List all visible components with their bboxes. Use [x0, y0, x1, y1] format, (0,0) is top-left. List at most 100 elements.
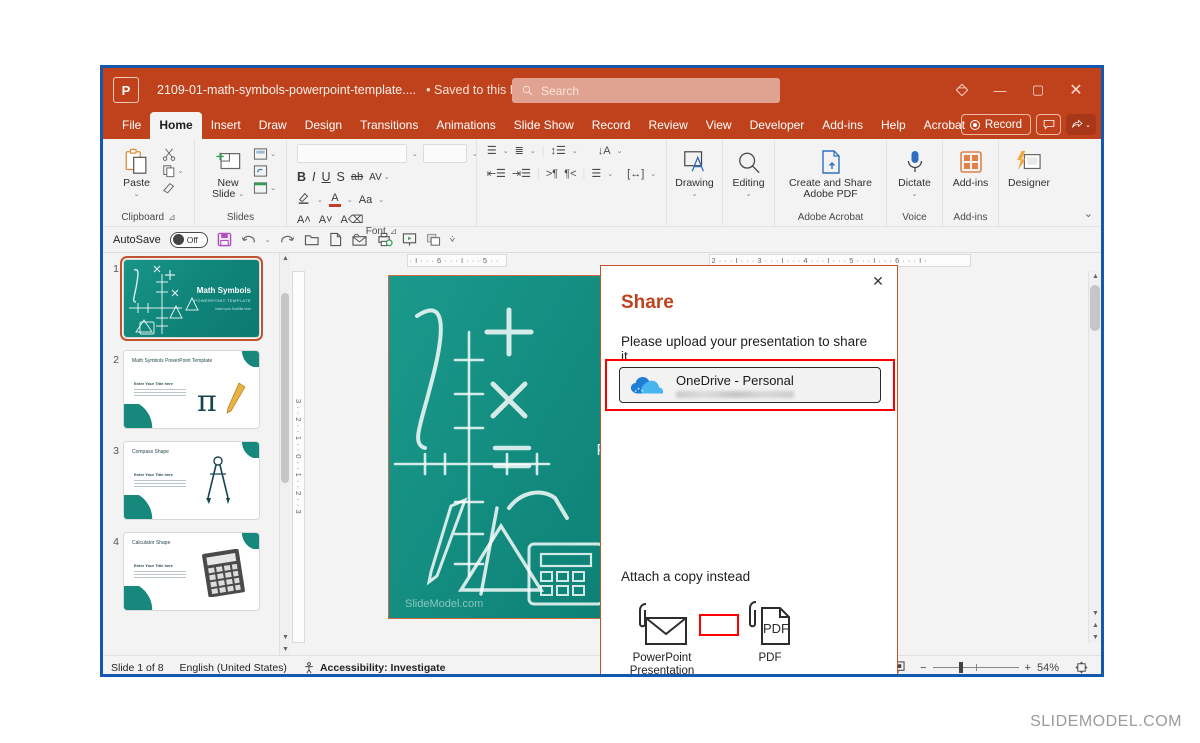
decrease-indent-button[interactable]: ⇤☰: [487, 167, 506, 180]
text-highlight-button[interactable]: [297, 191, 311, 208]
zoom-in-button[interactable]: +: [1025, 662, 1031, 674]
chevron-down-icon[interactable]: ⌄: [692, 189, 698, 200]
thumbnail-slide-2[interactable]: Math Symbols PowerPoint Template Enter Y…: [123, 350, 260, 429]
scroll-down-icon[interactable]: ▼: [1089, 610, 1101, 617]
chevron-down-icon[interactable]: ⌄: [617, 147, 623, 155]
thumbnail-item[interactable]: 3 Compass Shape Enter Your Title here: [103, 441, 290, 520]
tab-add-ins[interactable]: Add-ins: [813, 112, 872, 139]
reset-button[interactable]: [253, 164, 276, 178]
diamond-icon[interactable]: [943, 68, 981, 112]
thumbnail-slide-4[interactable]: Calculator Shape Enter Your Title here: [123, 532, 260, 611]
scroll-up-icon[interactable]: ▲: [280, 255, 290, 262]
scroll-next-slide-icon[interactable]: ▼: [280, 646, 290, 653]
tab-review[interactable]: Review: [639, 112, 696, 139]
layout-button[interactable]: ⌄: [253, 147, 276, 161]
convert-smartart-button[interactable]: [↔]: [627, 168, 644, 180]
attach-powerpoint-option[interactable]: PowerPoint Presentation: [623, 596, 701, 674]
record-button[interactable]: Record: [960, 114, 1031, 135]
chevron-down-icon[interactable]: ⌄: [270, 150, 276, 158]
save-icon[interactable]: [217, 232, 232, 247]
new-slide-button[interactable]: New Slide ⌄: [205, 144, 251, 200]
canvas-scrollbar[interactable]: ▲ ▼ ▲ ▼: [1088, 271, 1101, 643]
tab-draw[interactable]: Draw: [250, 112, 296, 139]
italic-button[interactable]: I: [312, 170, 315, 184]
clipboard-dialog-launcher-icon[interactable]: ⊿: [168, 212, 176, 223]
thumbnail-slide-1[interactable]: Math Symbols POWERPOINT TEMPLATE Insert …: [120, 256, 263, 341]
tab-file[interactable]: File: [113, 112, 150, 139]
clear-formatting-button[interactable]: A⌫: [341, 213, 364, 226]
next-slide-icon[interactable]: ▼: [1089, 634, 1101, 641]
autosave-toggle[interactable]: Off: [169, 231, 208, 248]
align-text-button[interactable]: ☰: [591, 167, 601, 180]
tab-developer[interactable]: Developer: [741, 112, 814, 139]
chevron-down-icon[interactable]: ⌄: [270, 184, 276, 192]
copy-button[interactable]: ⌄: [162, 164, 184, 178]
increase-indent-button[interactable]: ⇥☰: [512, 167, 531, 180]
editing-button[interactable]: Editing ⌄: [726, 144, 772, 200]
fit-to-window-button[interactable]: [1069, 659, 1093, 675]
language-indicator[interactable]: English (United States): [180, 662, 287, 674]
chevron-down-icon[interactable]: ⌄: [572, 147, 578, 155]
thumbnail-item[interactable]: 1 Math Symbols POWERPOINT TEMPLATE Inser…: [103, 256, 290, 341]
previous-slide-icon[interactable]: ▲: [1089, 622, 1101, 629]
font-dialog-launcher-icon[interactable]: ⊿: [390, 226, 398, 237]
text-shadow-button[interactable]: S: [337, 170, 345, 184]
tab-transitions[interactable]: Transitions: [351, 112, 427, 139]
onedrive-personal-option[interactable]: OneDrive - Personal: [619, 367, 881, 403]
tab-help[interactable]: Help: [872, 112, 915, 139]
chevron-down-icon[interactable]: ⌄: [178, 167, 184, 175]
paste-button[interactable]: Paste ⌄: [114, 144, 160, 200]
close-button[interactable]: ✕: [1057, 68, 1095, 112]
tab-home[interactable]: Home: [150, 112, 202, 139]
tab-view[interactable]: View: [697, 112, 741, 139]
font-size-input[interactable]: [422, 144, 467, 163]
increase-font-size-button[interactable]: A˄: [297, 214, 311, 226]
thumbnails-scrollbar-thumb[interactable]: [281, 293, 289, 483]
rtl-text-button[interactable]: ¶<: [564, 168, 576, 180]
thumbnail-item[interactable]: 2 Math Symbols PowerPoint Template Enter…: [103, 350, 290, 429]
chevron-down-icon[interactable]: ⌄: [238, 189, 244, 200]
create-and-share-adobe-pdf-button[interactable]: Create and Share Adobe PDF: [779, 144, 883, 200]
attach-pdf-option[interactable]: PDF PDF: [731, 596, 809, 674]
dictate-button[interactable]: Dictate ⌄: [892, 144, 938, 200]
add-ins-button[interactable]: Add-ins: [948, 144, 994, 189]
chevron-down-icon[interactable]: ⌄: [412, 150, 418, 158]
share-button[interactable]: ⌄: [1066, 114, 1096, 135]
character-spacing-button[interactable]: AV ⌄: [369, 172, 389, 183]
chevron-down-icon[interactable]: ⌄: [378, 196, 384, 204]
accessibility-checker[interactable]: Accessibility: Investigate: [303, 662, 445, 674]
cut-button[interactable]: [162, 147, 184, 161]
format-painter-button[interactable]: [162, 181, 184, 195]
scroll-up-icon[interactable]: ▲: [1089, 273, 1101, 280]
tab-record[interactable]: Record: [583, 112, 640, 139]
bold-button[interactable]: B: [297, 170, 306, 184]
chevron-down-icon[interactable]: ⌄: [530, 147, 536, 155]
chevron-down-icon[interactable]: ⌄: [607, 170, 613, 178]
canvas-scrollbar-thumb[interactable]: [1090, 285, 1100, 331]
thumbnail-slide-3[interactable]: Compass Shape Enter Your Title here: [123, 441, 260, 520]
chevron-down-icon[interactable]: ⌄: [347, 196, 353, 204]
strikethrough-button[interactable]: ab: [351, 171, 363, 183]
decrease-font-size-button[interactable]: A˅: [319, 214, 333, 226]
chevron-down-icon[interactable]: ⌄: [134, 189, 140, 200]
chevron-down-icon[interactable]: ⌄: [384, 173, 390, 181]
tab-slide-show[interactable]: Slide Show: [505, 112, 583, 139]
designer-button[interactable]: Designer: [1006, 144, 1052, 189]
chevron-down-icon[interactable]: ⌄: [746, 189, 752, 200]
thumbnails-scrollbar[interactable]: ▲ ▼ ▼: [279, 253, 290, 655]
chevron-down-icon[interactable]: ⌄: [912, 189, 918, 200]
drawing-button[interactable]: Drawing ⌄: [672, 144, 718, 200]
ltr-text-button[interactable]: >¶: [546, 168, 558, 180]
text-direction-button[interactable]: ↓A: [598, 145, 611, 157]
numbering-button[interactable]: ≣: [515, 144, 524, 157]
minimize-button[interactable]: —: [981, 68, 1019, 112]
line-spacing-button[interactable]: ↕☰: [551, 144, 566, 157]
slide-counter[interactable]: Slide 1 of 8: [111, 662, 164, 674]
collapse-ribbon-button[interactable]: ⌄: [1084, 207, 1093, 220]
tab-animations[interactable]: Animations: [427, 112, 504, 139]
thumbnail-item[interactable]: 4 Calculator Shape Enter Your Title here: [103, 532, 290, 611]
close-icon[interactable]: ✕: [869, 272, 887, 290]
zoom-level-label[interactable]: 54%: [1037, 662, 1059, 674]
tab-insert[interactable]: Insert: [202, 112, 250, 139]
search-input[interactable]: Search: [512, 78, 780, 103]
